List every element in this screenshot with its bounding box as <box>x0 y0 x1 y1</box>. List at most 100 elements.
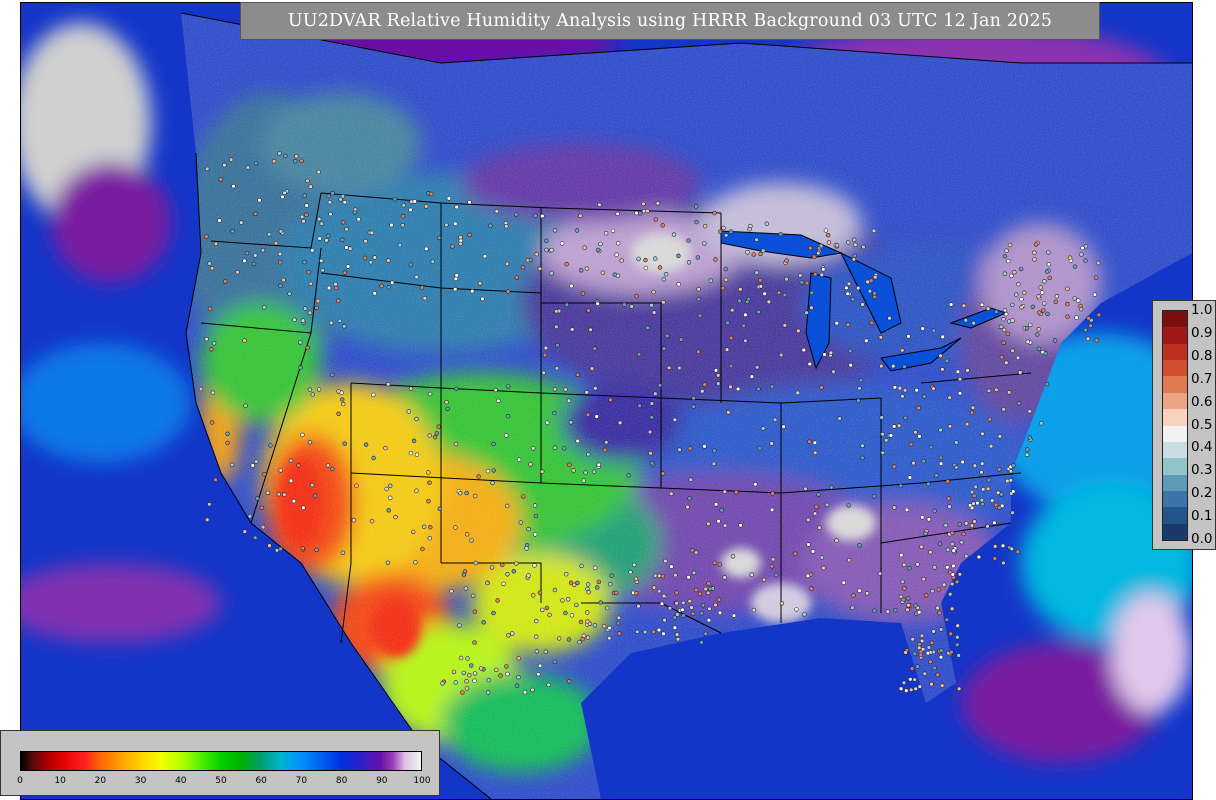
station-marker <box>592 565 598 570</box>
station-marker <box>591 469 597 474</box>
station-marker <box>896 423 902 428</box>
station-marker <box>653 217 659 222</box>
station-marker <box>386 258 391 263</box>
station-marker <box>812 450 818 455</box>
station-marker <box>957 572 962 577</box>
station-marker <box>613 590 619 596</box>
station-marker <box>681 613 686 618</box>
station-marker <box>798 273 803 278</box>
station-marker <box>607 581 613 587</box>
station-marker <box>723 233 729 238</box>
station-marker <box>809 290 814 296</box>
station-marker <box>702 241 707 246</box>
station-marker <box>921 458 926 464</box>
station-marker <box>905 607 910 612</box>
station-marker <box>913 686 918 691</box>
station-marker <box>716 597 722 602</box>
station-marker <box>947 395 952 400</box>
station-marker <box>657 573 662 578</box>
station-marker <box>473 493 478 499</box>
station-marker <box>915 562 920 567</box>
station-marker <box>514 561 519 566</box>
station-marker <box>994 387 999 392</box>
station-marker <box>916 645 922 650</box>
station-marker <box>878 335 883 340</box>
station-marker <box>457 623 462 628</box>
station-marker <box>344 245 349 250</box>
station-marker <box>326 285 332 291</box>
station-marker <box>928 659 933 665</box>
station-marker <box>454 386 459 391</box>
station-marker <box>414 452 420 457</box>
station-marker <box>482 254 488 259</box>
station-marker <box>575 438 580 444</box>
station-marker <box>779 601 785 606</box>
station-marker <box>916 609 922 615</box>
station-marker <box>500 562 505 568</box>
station-marker <box>943 522 948 528</box>
title-banner: UU2DVAR Relative Humidity Analysis using… <box>240 2 1100 40</box>
station-marker <box>315 298 321 304</box>
station-marker <box>303 306 308 311</box>
station-marker <box>938 427 943 433</box>
station-marker <box>1095 260 1101 266</box>
station-marker <box>330 372 335 378</box>
station-marker <box>299 158 304 164</box>
difference-tick-label: 0.8 <box>1191 347 1213 364</box>
station-marker <box>743 338 748 343</box>
station-marker <box>951 548 956 553</box>
station-marker <box>674 632 680 637</box>
station-marker <box>386 508 391 513</box>
station-marker <box>899 552 904 558</box>
difference-colorbar-segment <box>1163 359 1187 377</box>
station-marker <box>307 440 313 445</box>
station-marker <box>1014 292 1019 297</box>
station-marker <box>702 223 708 229</box>
station-marker <box>969 523 975 528</box>
station-marker <box>845 291 850 296</box>
station-marker <box>526 573 531 578</box>
station-marker <box>422 296 427 301</box>
station-marker <box>440 681 445 686</box>
station-marker <box>812 511 818 516</box>
station-marker <box>850 297 855 302</box>
station-marker <box>782 323 787 328</box>
station-marker <box>758 284 763 289</box>
station-marker <box>328 211 333 217</box>
station-marker <box>516 656 521 661</box>
station-marker <box>600 270 606 275</box>
station-marker <box>300 545 305 551</box>
station-marker <box>917 434 922 439</box>
station-marker <box>930 588 935 594</box>
station-marker <box>728 335 734 341</box>
station-marker <box>317 236 322 241</box>
station-marker <box>691 404 696 409</box>
station-marker <box>1039 290 1045 295</box>
station-marker <box>880 450 885 455</box>
station-marker <box>633 576 639 582</box>
station-marker <box>330 191 335 196</box>
difference-colorbar-segment <box>1163 474 1187 491</box>
station-marker <box>511 569 516 574</box>
station-marker <box>1010 348 1015 353</box>
station-marker <box>368 260 373 265</box>
station-marker <box>672 417 678 422</box>
station-marker <box>872 275 878 280</box>
station-marker <box>604 440 609 445</box>
station-marker <box>681 600 686 606</box>
station-marker <box>598 241 603 247</box>
station-marker <box>722 489 727 494</box>
station-marker <box>922 671 927 676</box>
station-marker <box>205 166 210 172</box>
station-marker <box>858 378 864 383</box>
station-marker <box>1041 308 1046 313</box>
station-marker <box>540 469 545 474</box>
station-marker <box>369 518 375 524</box>
station-marker <box>892 385 898 390</box>
station-marker <box>614 252 619 257</box>
station-marker <box>814 504 819 510</box>
station-marker <box>821 267 826 272</box>
map-panel[interactable] <box>20 2 1193 800</box>
station-marker <box>713 368 719 373</box>
station-marker <box>1079 252 1084 257</box>
